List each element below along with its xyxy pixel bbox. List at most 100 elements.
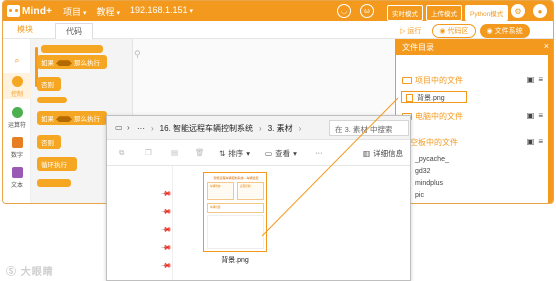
loop-label: 循环执行 <box>41 162 67 169</box>
block-stub[interactable] <box>41 45 103 53</box>
block-stub[interactable] <box>37 179 71 187</box>
search-placeholder: 在 3. 素材 中搜索 <box>335 125 393 134</box>
panel-scrollbar[interactable] <box>548 55 553 203</box>
then-label: 那么执行 <box>74 60 100 67</box>
if-then-block[interactable]: 如果 那么执行 <box>37 55 107 69</box>
thumbnail-panel-label: 远程控制: <box>240 185 252 188</box>
block-stub[interactable] <box>37 97 67 103</box>
project-files-section[interactable]: 项目中的文件 <box>402 75 463 86</box>
menu-connection-ip[interactable]: 192.168.1.151 <box>130 5 193 18</box>
control-dot-icon <box>11 76 23 87</box>
computer-files-section[interactable]: 电脑中的文件 <box>402 111 463 122</box>
file-panel-title: 文件目录 <box>402 43 434 52</box>
more-options-button[interactable]: ··· <box>315 148 323 157</box>
thumbnail-title: 智能远程车辆控制系统—车辆监控 <box>213 176 259 180</box>
file-system-button[interactable]: ◉ 文件系统 <box>479 24 530 38</box>
section-actions: ▣ ≡ <box>527 137 543 146</box>
new-file-icon[interactable]: ▣ <box>527 111 535 120</box>
file-name: mindplus <box>415 179 444 187</box>
monitor-icon[interactable]: ▭ <box>115 123 123 132</box>
pin-icon[interactable]: 📌 <box>160 260 172 272</box>
pin-icon[interactable]: ⚲ <box>134 49 141 60</box>
cat-face-icon[interactable]: ω <box>360 4 374 18</box>
code-area-button[interactable]: ◉ 代码区 <box>432 24 476 38</box>
breadcrumb-more[interactable]: ··· <box>137 124 145 133</box>
else-block[interactable]: 否则 <box>37 135 61 149</box>
settings-gear-icon[interactable]: ⚙ <box>511 4 525 18</box>
copy-icon[interactable]: ❐ <box>145 148 152 157</box>
menu-icon[interactable]: ≡ <box>538 75 543 84</box>
pin-icon[interactable]: 📌 <box>160 224 172 236</box>
user-avatar-icon[interactable]: ● <box>533 4 547 18</box>
image-file-icon <box>406 94 413 102</box>
run-buttons: ▷ 运行 ◉ 代码区 ◉ 文件系统 <box>393 24 530 38</box>
rename-icon[interactable]: ▤ <box>171 148 178 157</box>
realtime-mode-button[interactable]: 实时模式 <box>387 5 423 21</box>
mode-switch: 实时模式 上传模式 Python模式 <box>387 5 509 21</box>
menu-icon[interactable]: ≡ <box>538 137 543 146</box>
view-icon: ▭ <box>265 149 273 158</box>
then-label: 那么执行 <box>74 116 100 123</box>
new-file-icon[interactable]: ▣ <box>527 137 535 146</box>
run-button[interactable]: ▷ 运行 <box>393 24 429 38</box>
address-bar: ▭ › ··· › 16. 智能远程车辆控制系统 › 3. 素材 › 在 3. … <box>107 116 410 140</box>
close-icon[interactable]: × <box>544 41 549 51</box>
tab-blocks[interactable]: 模块 <box>17 24 33 35</box>
number-icon <box>11 137 23 148</box>
category-text[interactable]: 文本 <box>3 167 31 189</box>
tab-code[interactable]: 代码 <box>55 23 93 39</box>
robot-logo-icon <box>7 5 20 17</box>
top-icons: ◡ ω <box>337 4 374 18</box>
details-button[interactable]: ▥ 详细信息 <box>363 148 403 159</box>
else-label: 否则 <box>41 140 54 147</box>
else-block[interactable]: 否则 <box>37 77 61 91</box>
details-pane-icon: ▥ <box>363 149 371 158</box>
search-input[interactable]: 在 3. 素材 中搜索 <box>329 120 409 136</box>
chevron-down-icon: ▾ <box>246 149 251 158</box>
section-label: 电脑中的文件 <box>415 112 463 121</box>
pin-icon[interactable]: 📌 <box>160 206 172 218</box>
cut-icon[interactable]: ⧉ <box>119 148 124 158</box>
forever-loop-block[interactable]: 循环执行 <box>37 157 77 171</box>
view-button[interactable]: ▭ 查看 ▾ <box>265 148 297 159</box>
if-label: 如果 <box>41 116 54 123</box>
section-actions: ▣ ≡ <box>527 75 543 84</box>
if-then-block[interactable]: 如果 那么执行 <box>37 111 107 125</box>
code-icon: ◉ <box>439 28 446 35</box>
play-icon: ▷ <box>400 28 406 35</box>
top-bar: Mind+ 项目 教程 192.168.1.151 ◡ ω 实时模式 上传模式 … <box>3 1 553 21</box>
image-thumbnail[interactable]: 智能远程车辆控制系统—车辆监控 车辆状态: 远程控制: 车辆位置: <box>203 172 267 252</box>
new-file-icon[interactable]: ▣ <box>527 75 535 84</box>
search-category[interactable]: ⌕ <box>3 55 31 66</box>
menu-tutorial[interactable]: 教程 <box>96 5 119 18</box>
pin-icon[interactable]: 📌 <box>160 188 172 200</box>
menu-icon[interactable]: ≡ <box>538 111 543 120</box>
sort-icon: ⇅ <box>219 149 226 158</box>
file-name: 背景.png <box>417 95 445 102</box>
category-operators[interactable]: 运算符 <box>3 107 31 129</box>
pin-icon[interactable]: 📌 <box>160 242 172 254</box>
breadcrumb-item[interactable]: 3. 素材 <box>268 123 293 134</box>
thumbnail-panel: 车辆位置: <box>207 203 264 213</box>
category-number[interactable]: 数字 <box>3 137 31 159</box>
navigation-pane: 📌 📌 📌 📌 📌 <box>107 166 173 280</box>
python-mode-button[interactable]: Python模式 <box>465 5 509 21</box>
robot-face-icon[interactable]: ◡ <box>337 4 351 18</box>
file-grid: 智能远程车辆控制系统—车辆监控 车辆状态: 远程控制: 车辆位置: 背景.png <box>173 166 410 280</box>
menu-project[interactable]: 项目 <box>63 5 86 18</box>
search-icon: ⌕ <box>14 55 20 65</box>
section-actions: ▣ ≡ <box>527 111 543 120</box>
project-file-item[interactable]: 背景.png <box>406 93 445 103</box>
breadcrumb-item[interactable]: 16. 智能远程车辆控制系统 <box>160 123 253 134</box>
section-label: 项目中的文件 <box>415 76 463 85</box>
app-logo: Mind+ <box>7 4 52 18</box>
sort-button[interactable]: ⇅ 排序 ▾ <box>219 148 250 159</box>
thumbnail-panel <box>207 215 264 249</box>
delete-icon[interactable]: 🗑 <box>195 148 205 157</box>
file-explorer-window: ▭ › ··· › 16. 智能远程车辆控制系统 › 3. 素材 › 在 3. … <box>106 115 411 281</box>
category-control[interactable]: 控制 <box>3 73 31 99</box>
category-bar: ⌕ 控制 运算符 数字 文本 <box>3 39 31 203</box>
chevron-right-icon: › <box>151 123 154 133</box>
upload-mode-button[interactable]: 上传模式 <box>426 5 462 21</box>
explorer-body: 📌 📌 📌 📌 📌 智能远程车辆控制系统—车辆监控 车辆状态: 远程控制: 车辆… <box>107 166 410 280</box>
